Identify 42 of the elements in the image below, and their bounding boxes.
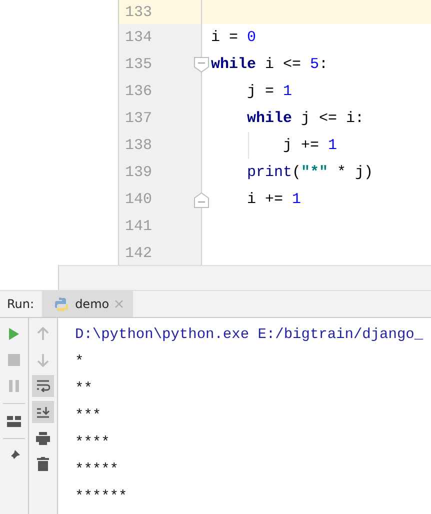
python-icon: [54, 296, 70, 312]
down-arrow-icon[interactable]: [37, 353, 49, 367]
code-line: while j <= i:: [247, 110, 364, 127]
scroll-to-end-button[interactable]: [32, 401, 54, 423]
fold-icon[interactable]: [194, 57, 209, 73]
code-line: print("*" * j): [247, 164, 374, 181]
console-output: **: [75, 380, 92, 396]
console-output: ******: [75, 488, 128, 504]
line-number: 140: [125, 191, 152, 208]
scrollbar-track[interactable]: [58, 265, 431, 290]
fold-icon[interactable]: [194, 192, 209, 208]
line-number: 135: [125, 56, 152, 73]
close-icon[interactable]: [115, 300, 124, 308]
up-arrow-icon[interactable]: [37, 327, 49, 341]
layout-icon[interactable]: [7, 416, 21, 426]
scroll-to-end-icon: [36, 406, 50, 418]
soft-wrap-button[interactable]: [32, 375, 54, 397]
soft-wrap-icon: [36, 380, 50, 392]
line-number: 138: [125, 137, 152, 154]
line-number: 134: [125, 29, 152, 46]
pause-icon[interactable]: [9, 380, 19, 392]
trash-icon[interactable]: [37, 457, 49, 471]
line-number: 133: [125, 4, 152, 20]
line-number: 142: [125, 245, 152, 262]
console-output: *****: [75, 462, 119, 478]
console-command: D:\python\python.exe E:/bigtrain/django_: [75, 326, 424, 342]
console-output: *: [75, 354, 84, 370]
print-icon[interactable]: [36, 432, 50, 444]
line-number: 139: [125, 164, 152, 181]
code-line: i += 1: [247, 191, 302, 208]
run-icon[interactable]: [8, 327, 20, 341]
code-line: while i <= 5:: [211, 56, 328, 73]
console-output: ***: [75, 408, 102, 424]
line-number: 141: [125, 218, 152, 235]
run-label: Run:: [7, 297, 34, 311]
code-line: j = 1: [247, 83, 292, 100]
code-line: j += 1: [283, 137, 338, 154]
console-output: ****: [75, 434, 110, 450]
code-line: i = 0: [211, 29, 256, 46]
line-number: 136: [125, 83, 152, 100]
line-number: 137: [125, 110, 152, 127]
run-tab[interactable]: demo: [42, 291, 134, 317]
